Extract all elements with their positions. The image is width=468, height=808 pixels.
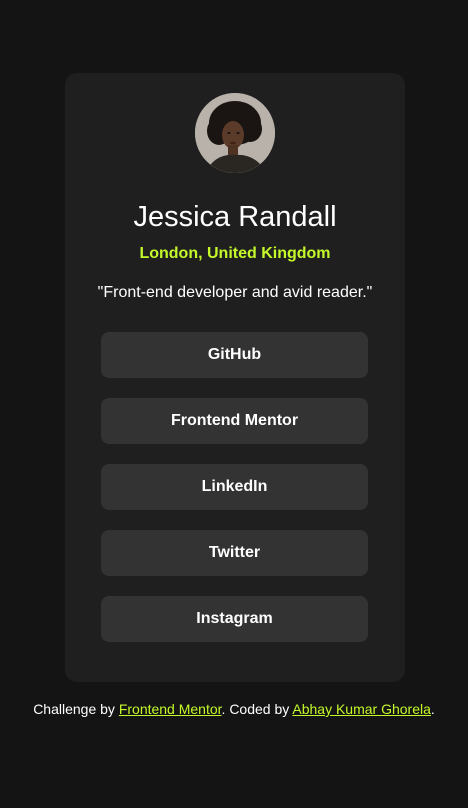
avatar	[195, 93, 275, 173]
attribution-footer: Challenge by Frontend Mentor. Coded by A…	[0, 700, 468, 718]
frontend-mentor-footer-link[interactable]: Frontend Mentor	[119, 701, 222, 717]
avatar-photo-icon	[195, 93, 275, 173]
profile-card: Jessica Randall London, United Kingdom "…	[65, 73, 405, 682]
profile-bio: "Front-end developer and avid reader."	[97, 284, 373, 301]
instagram-link-button[interactable]: Instagram	[101, 596, 368, 642]
frontend-mentor-link-button[interactable]: Frontend Mentor	[101, 398, 368, 444]
github-link-button[interactable]: GitHub	[101, 332, 368, 378]
footer-suffix: .	[430, 701, 435, 717]
twitter-link-button[interactable]: Twitter	[101, 530, 368, 576]
profile-location: London, United Kingdom	[139, 245, 331, 262]
author-footer-link[interactable]: Abhay Kumar Ghorela	[292, 701, 431, 717]
linkedin-link-button[interactable]: LinkedIn	[101, 464, 368, 510]
profile-name: Jessica Randall	[133, 201, 337, 233]
footer-middle: . Coded by	[221, 701, 293, 717]
footer-prefix: Challenge by	[33, 701, 119, 717]
